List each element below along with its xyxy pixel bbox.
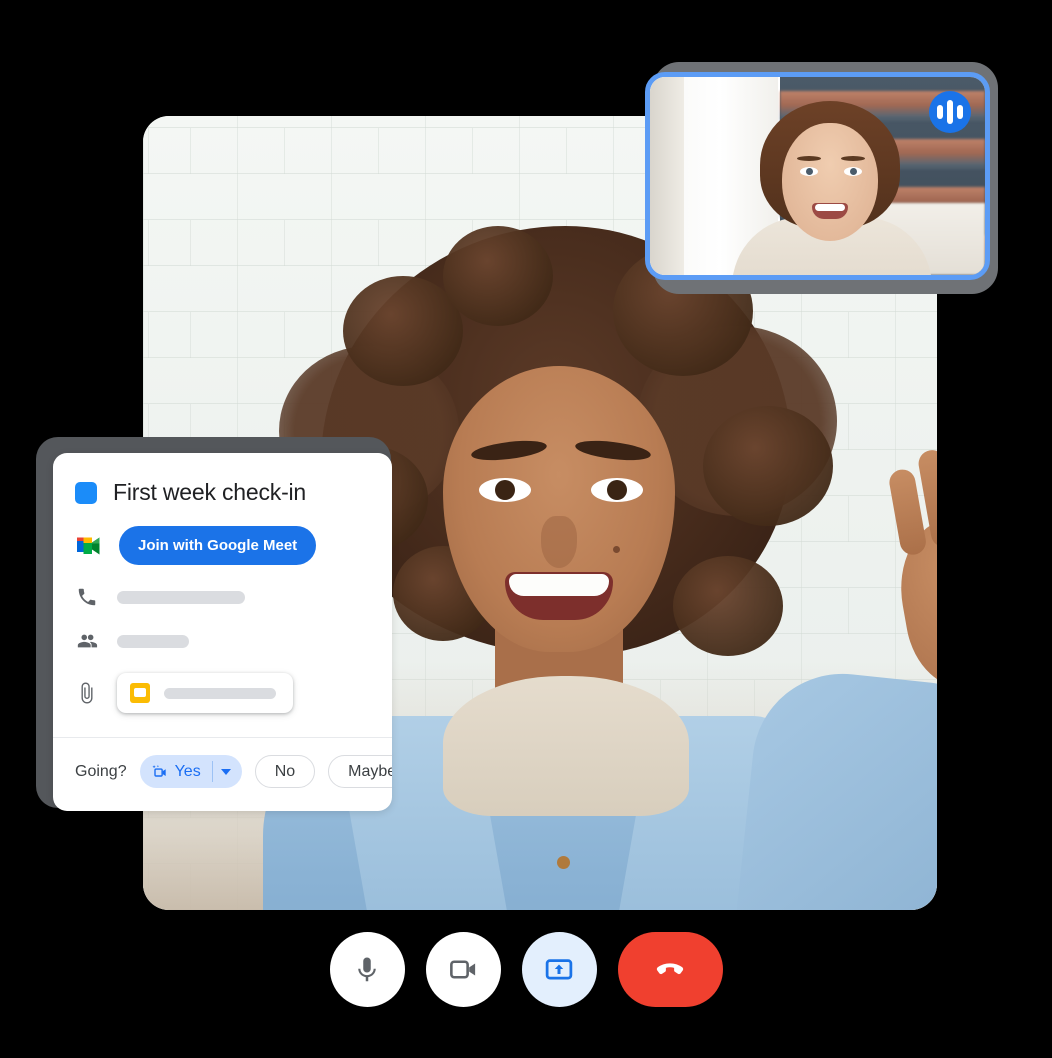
attachment-chip[interactable] [117,673,293,713]
rsvp-no-button[interactable]: No [254,755,316,788]
attachment-row [75,673,370,713]
guests-value-placeholder [117,634,189,648]
join-row: Join with Google Meet [75,526,370,565]
self-view-thumbnail[interactable] [645,72,990,280]
yes-divider [211,761,213,782]
join-with-google-meet-button[interactable]: Join with Google Meet [119,526,317,565]
present-screen-icon [545,958,573,979]
meet-composite-scene: First week check-in Join with Google Mee… [0,0,1052,1058]
thumbnail-person [732,101,932,275]
rsvp-yes-label: Yes [174,762,201,780]
present-button[interactable] [521,932,597,1007]
rsvp-footer: Going? Yes No Maybe [53,738,392,805]
page-title: First week check-in [113,479,307,505]
camera-button[interactable] [425,932,501,1007]
event-title-row: First week check-in [75,479,370,506]
rsvp-maybe-button[interactable]: Maybe [328,755,392,788]
guests-row [75,629,370,653]
microphone-icon [358,957,376,981]
calendar-event-card[interactable]: First week check-in Join with Google Mee… [53,453,392,811]
google-meet-icon [75,535,101,557]
end-call-icon [656,962,684,974]
google-slides-icon [130,683,150,703]
raised-arm [724,664,937,910]
face [443,366,675,652]
going-label: Going? [75,762,127,780]
attachment-icon [75,681,99,705]
phone-row [75,585,370,609]
guests-icon [75,629,99,653]
waving-hand [887,448,937,696]
rsvp-yes-button[interactable]: Yes [139,755,242,788]
turtleneck-collar [443,676,689,816]
microphone-button[interactable] [329,932,405,1007]
audio-wave-icon [929,91,971,133]
phone-value-placeholder [117,590,245,604]
phone-icon [75,585,99,609]
join-video-sparkle-icon [151,764,168,779]
event-color-chip [75,481,97,504]
call-controls-bar [0,932,1052,1007]
chevron-down-icon[interactable] [220,768,231,775]
video-camera-icon [449,960,475,979]
end-call-button[interactable] [617,932,723,1007]
attachment-name-placeholder [164,687,276,699]
